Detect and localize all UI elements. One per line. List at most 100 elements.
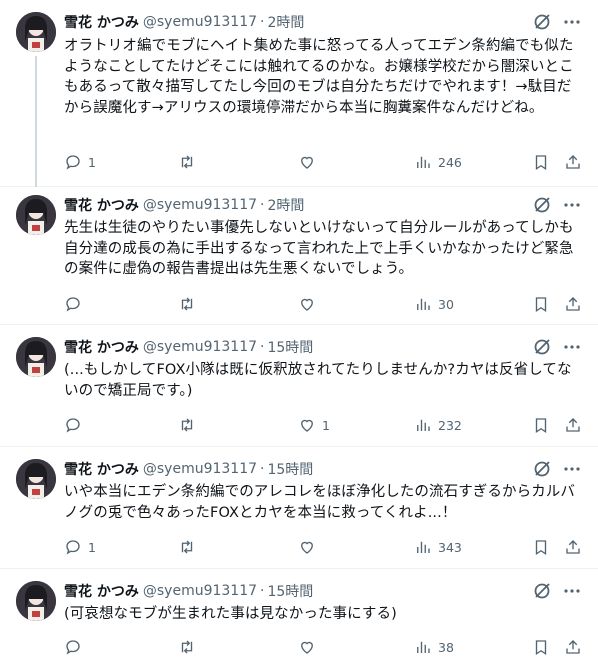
views-button[interactable]: 38	[414, 637, 454, 657]
views-button[interactable]: 30	[414, 294, 454, 314]
reply-button[interactable]: 1	[64, 152, 96, 172]
bar-chart-icon	[417, 641, 430, 653]
display-name[interactable]: 雪花 かつみ	[64, 581, 139, 601]
avatar[interactable]	[16, 459, 56, 499]
retweet-button[interactable]	[178, 415, 202, 435]
retweet-arrows-icon	[181, 418, 193, 432]
reply-button[interactable]	[64, 637, 88, 657]
timestamp[interactable]: 15時間	[267, 581, 313, 601]
separator-dot: ·	[260, 14, 265, 30]
bookmark-button[interactable]	[532, 152, 550, 172]
user-handle[interactable]: @syemu913117	[143, 583, 257, 599]
like-count: 1	[322, 417, 330, 433]
more-options-icon[interactable]	[562, 581, 582, 601]
avatar[interactable]	[16, 195, 56, 235]
bookmark-button[interactable]	[532, 637, 550, 657]
tweet-1[interactable]: 雪花 かつみ @syemu913117 · 2時間 オラトリオ編でモブにヘイト集…	[0, 0, 598, 187]
grok-icon[interactable]	[532, 459, 552, 479]
more-options-icon[interactable]	[562, 195, 582, 215]
display-name[interactable]: 雪花 かつみ	[64, 195, 139, 215]
tweet-5[interactable]: 雪花 かつみ @syemu913117 · 15時間 (可哀想なモブが生まれた事…	[0, 569, 598, 672]
like-button[interactable]	[298, 637, 322, 657]
tweet-header: 雪花 かつみ @syemu913117 · 15時間	[64, 337, 313, 357]
like-button[interactable]: 1	[298, 415, 330, 435]
bookmark-button[interactable]	[532, 415, 550, 435]
like-button[interactable]	[298, 294, 322, 314]
reply-count: 1	[88, 539, 96, 555]
tweet-header: 雪花 かつみ @syemu913117 · 2時間	[64, 12, 304, 32]
speech-bubble-icon	[66, 418, 80, 433]
more-options-icon[interactable]	[562, 459, 582, 479]
display-name[interactable]: 雪花 かつみ	[64, 337, 139, 357]
share-button[interactable]	[564, 294, 582, 314]
separator-dot: ·	[260, 197, 265, 213]
share-button[interactable]	[564, 537, 582, 557]
more-options-icon[interactable]	[562, 337, 582, 357]
like-button[interactable]	[298, 152, 322, 172]
user-handle[interactable]: @syemu913117	[143, 14, 257, 30]
separator-dot: ·	[260, 339, 265, 355]
retweet-button[interactable]	[178, 637, 202, 657]
tweet-3[interactable]: 雪花 かつみ @syemu913117 · 15時間 (...もしかしてFOX小…	[0, 325, 598, 447]
speech-bubble-icon	[66, 540, 80, 555]
timestamp[interactable]: 2時間	[267, 12, 304, 32]
share-button[interactable]	[564, 415, 582, 435]
bookmark-icon	[535, 418, 547, 434]
grok-icon[interactable]	[532, 581, 552, 601]
tweet-header: 雪花 かつみ @syemu913117 · 2時間	[64, 195, 304, 215]
speech-bubble-icon	[66, 640, 80, 655]
grok-icon[interactable]	[532, 337, 552, 357]
retweet-button[interactable]	[178, 152, 202, 172]
view-count: 343	[438, 539, 462, 555]
timestamp[interactable]: 2時間	[267, 195, 304, 215]
like-button[interactable]	[298, 537, 322, 557]
action-bar: 30	[64, 294, 584, 314]
speech-bubble-icon	[66, 297, 80, 312]
action-bar: 1 246	[64, 152, 584, 172]
separator-dot: ·	[260, 461, 265, 477]
reply-button[interactable]: 1	[64, 537, 96, 557]
retweet-button[interactable]	[178, 294, 202, 314]
view-count: 30	[438, 296, 454, 312]
reply-button[interactable]	[64, 415, 88, 435]
tweet-text: (可哀想なモブが生まれた事は見なかった事にする)	[64, 606, 397, 622]
user-handle[interactable]: @syemu913117	[143, 461, 257, 477]
timestamp[interactable]: 15時間	[267, 337, 313, 357]
tweet-2[interactable]: 雪花 かつみ @syemu913117 · 2時間 先生は生徒のやりたい事優先し…	[0, 187, 598, 325]
display-name[interactable]: 雪花 かつみ	[64, 12, 139, 32]
view-count: 246	[438, 154, 462, 170]
user-handle[interactable]: @syemu913117	[143, 339, 257, 355]
display-name[interactable]: 雪花 かつみ	[64, 459, 139, 479]
bookmark-button[interactable]	[532, 294, 550, 314]
separator-dot: ·	[260, 583, 265, 599]
bar-chart-icon	[417, 419, 430, 431]
user-handle[interactable]: @syemu913117	[143, 197, 257, 213]
share-button[interactable]	[564, 152, 582, 172]
views-button[interactable]: 246	[414, 152, 462, 172]
timestamp[interactable]: 15時間	[267, 459, 313, 479]
retweet-arrows-icon	[181, 540, 193, 554]
share-upload-icon	[566, 640, 580, 654]
share-button[interactable]	[564, 637, 582, 657]
avatar[interactable]	[16, 12, 56, 52]
reply-button[interactable]	[64, 294, 88, 314]
avatar[interactable]	[16, 337, 56, 377]
bar-chart-icon	[417, 541, 430, 553]
tweet-4[interactable]: 雪花 かつみ @syemu913117 · 15時間 いや本当にエデン条約編での…	[0, 447, 598, 569]
action-bar: 1 343	[64, 537, 584, 557]
view-count: 38	[438, 639, 454, 655]
share-upload-icon	[566, 297, 580, 311]
bookmark-button[interactable]	[532, 537, 550, 557]
retweet-arrows-icon	[181, 297, 193, 311]
more-options-icon[interactable]	[562, 12, 582, 32]
views-button[interactable]: 343	[414, 537, 462, 557]
grok-icon[interactable]	[532, 12, 552, 32]
grok-icon[interactable]	[532, 195, 552, 215]
heart-icon	[301, 541, 313, 554]
avatar[interactable]	[16, 581, 56, 621]
retweet-button[interactable]	[178, 537, 202, 557]
heart-icon	[301, 156, 313, 169]
heart-icon	[301, 641, 313, 654]
bar-chart-icon	[417, 298, 430, 310]
views-button[interactable]: 232	[414, 415, 462, 435]
